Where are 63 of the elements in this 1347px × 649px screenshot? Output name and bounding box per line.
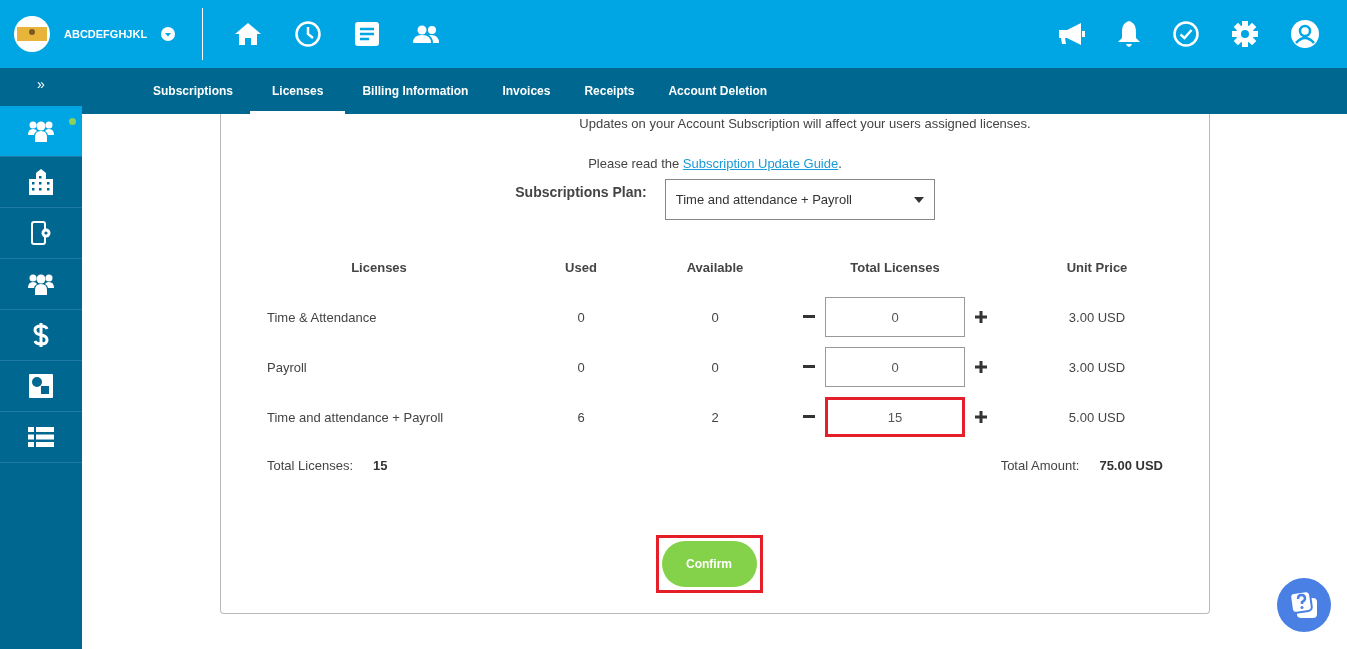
- bell-icon[interactable]: [1118, 21, 1140, 47]
- help-chat-button[interactable]: [1277, 578, 1331, 632]
- minus-icon[interactable]: [803, 315, 815, 319]
- tab[interactable]: Account Deletion: [651, 68, 785, 114]
- sidebar-item[interactable]: [0, 106, 82, 157]
- table-cell: 3.00 USD: [1068, 309, 1126, 325]
- building-icon: [29, 169, 53, 195]
- megaphone-icon[interactable]: [1059, 23, 1085, 45]
- tab[interactable]: Subscriptions: [136, 68, 250, 114]
- table-cell: 6: [577, 409, 585, 425]
- column-header: Licenses: [351, 259, 407, 275]
- column-header: Available: [686, 259, 744, 275]
- people-icon[interactable]: [413, 25, 439, 43]
- column-header: Used: [565, 259, 597, 275]
- column-header: Total Licenses: [850, 259, 940, 275]
- license-name: Time and attendance + Payroll: [267, 409, 444, 425]
- help-icon: [1289, 590, 1319, 620]
- list-icon: [28, 427, 54, 447]
- total-licenses-value: 15: [373, 458, 388, 473]
- total-licenses-label: Total Licenses:: [267, 458, 353, 473]
- minus-icon[interactable]: [803, 415, 815, 419]
- caret-icon: [913, 196, 924, 203]
- home-icon[interactable]: [235, 23, 261, 45]
- quantity-input[interactable]: 0: [825, 347, 965, 387]
- dollar-icon: [33, 322, 49, 348]
- tab[interactable]: Licenses: [250, 68, 346, 114]
- plus-icon[interactable]: [975, 411, 987, 423]
- dropdown-icon[interactable]: [161, 27, 176, 41]
- plan-select[interactable]: Time and attendance + Payroll: [664, 179, 935, 220]
- total-amount-label: Total Amount:: [1000, 458, 1080, 473]
- settings-icon[interactable]: [1232, 21, 1258, 47]
- document-icon[interactable]: [355, 22, 379, 46]
- table-cell: 2: [711, 409, 719, 425]
- sidebar-expand-toggle[interactable]: »: [37, 76, 45, 94]
- table-cell: 5.00 USD: [1068, 409, 1126, 425]
- guide-text: Please read the Subscription Update Guide.: [587, 156, 843, 171]
- tab[interactable]: Invoices: [485, 68, 568, 114]
- license-name: Time & Attendance: [267, 309, 377, 325]
- quantity-input[interactable]: 15: [825, 397, 965, 437]
- table-cell: 0: [711, 359, 719, 375]
- minus-icon[interactable]: [803, 365, 815, 369]
- users-icon: [28, 273, 54, 295]
- column-header: Unit Price: [1066, 259, 1128, 275]
- table-cell: 0: [711, 309, 719, 325]
- check-circle-icon[interactable]: [1173, 21, 1199, 47]
- tab[interactable]: Billing Information: [345, 68, 486, 114]
- tab[interactable]: Receipts: [567, 68, 652, 114]
- clock-icon[interactable]: [295, 21, 321, 47]
- total-amount-value: 75.00 USD: [1099, 458, 1163, 473]
- quantity-input[interactable]: 0: [825, 297, 965, 337]
- plus-icon[interactable]: [975, 361, 987, 373]
- company-logo-icon[interactable]: [14, 16, 50, 52]
- plus-icon[interactable]: [975, 311, 987, 323]
- table-cell: 0: [577, 359, 585, 375]
- phone-settings-icon: [31, 221, 51, 245]
- shapes-icon: [29, 374, 53, 398]
- notice-text: Updates on your Account Subscription will affect your users assigned licenses.: [578, 115, 1032, 131]
- table-cell: 3.00 USD: [1068, 359, 1126, 375]
- users-icon: [28, 120, 54, 142]
- table-cell: 0: [577, 309, 585, 325]
- plan-label: Subscriptions Plan:: [515, 183, 647, 200]
- user-account-icon[interactable]: [1291, 20, 1319, 48]
- license-name: Payroll: [267, 359, 307, 375]
